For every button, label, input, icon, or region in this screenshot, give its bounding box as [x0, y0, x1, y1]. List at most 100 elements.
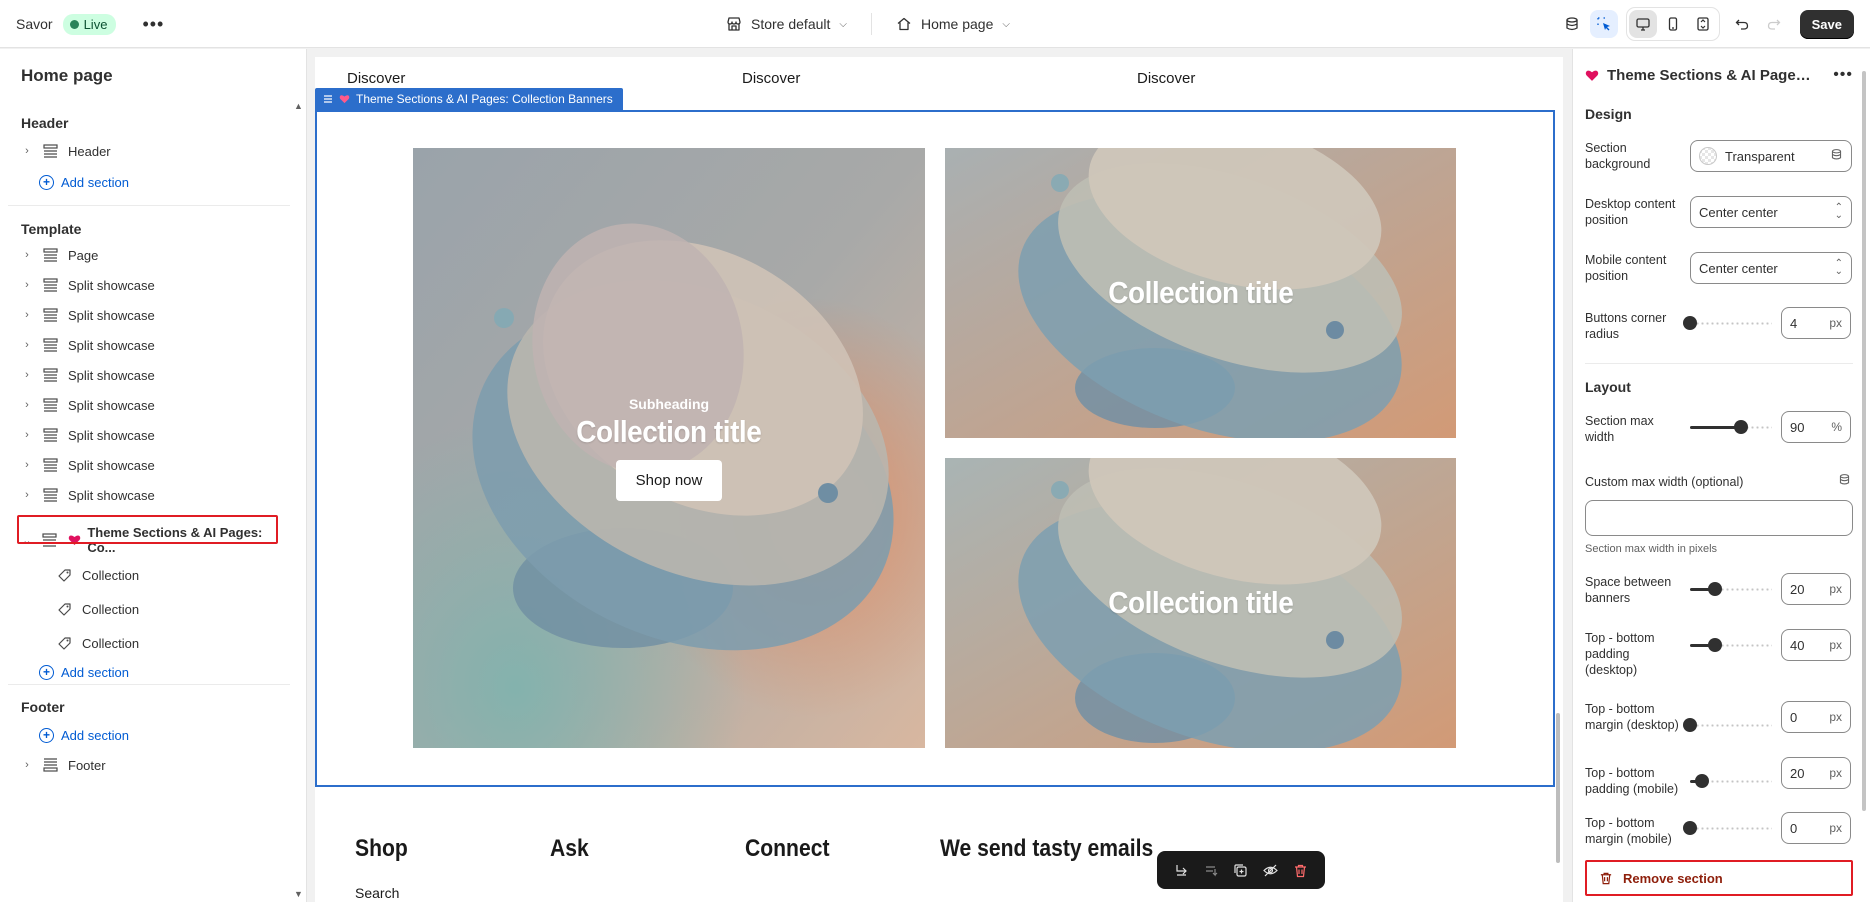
block-item-collection[interactable]: Collection — [55, 628, 285, 658]
move-down-icon[interactable] — [1200, 859, 1222, 881]
padding-desktop-slider[interactable] — [1690, 637, 1772, 653]
margin-desktop-slider[interactable] — [1683, 717, 1772, 733]
padding-desktop-input[interactable]: 40 px — [1781, 629, 1851, 661]
hide-icon[interactable] — [1260, 859, 1282, 881]
move-up-icon[interactable] — [1171, 859, 1193, 881]
chevron-right-icon[interactable]: › — [21, 429, 33, 441]
collection-banner-top[interactable]: Collection title — [945, 148, 1456, 438]
unit-label: px — [1829, 710, 1842, 724]
slider-thumb[interactable] — [1733, 420, 1748, 434]
block-item-label: Collection — [82, 567, 140, 583]
divider — [1585, 363, 1853, 364]
section-label-tag[interactable]: Theme Sections & AI Pages: Collection Ba… — [315, 88, 623, 110]
mobile-position-label: Mobile content position — [1585, 253, 1667, 283]
sidebar-item-split-showcase[interactable]: › Split showcase — [21, 330, 291, 360]
padding-mobile-input[interactable]: 20 px — [1781, 757, 1851, 789]
fullscreen-icon[interactable] — [1689, 10, 1717, 38]
sidebar-item-split-showcase[interactable]: › Split showcase — [21, 300, 291, 330]
add-section-header-button[interactable]: + Add section — [39, 170, 129, 194]
padding-mobile-slider[interactable] — [1690, 773, 1772, 789]
slider-thumb[interactable] — [1683, 316, 1697, 330]
selected-section-frame[interactable]: Subheading Collection title Shop now Col… — [315, 110, 1555, 787]
database-icon[interactable] — [1838, 473, 1851, 489]
padding-desktop-value: 40 — [1790, 637, 1805, 653]
slider-thumb[interactable] — [1683, 821, 1697, 835]
drag-handle-icon[interactable] — [323, 94, 333, 104]
remove-section-button[interactable]: Remove section — [1585, 860, 1853, 896]
chevron-right-icon[interactable]: › — [21, 145, 33, 157]
sidebar-item-split-showcase[interactable]: › Split showcase — [21, 450, 291, 480]
duplicate-icon[interactable] — [1230, 859, 1252, 881]
space-between-input[interactable]: 20 px — [1781, 573, 1851, 605]
sidebar-item-split-showcase[interactable]: › Split showcase — [21, 480, 291, 510]
max-width-slider[interactable] — [1690, 419, 1772, 435]
nav-link-discover[interactable]: Discover — [1137, 70, 1195, 87]
save-button[interactable]: Save — [1799, 9, 1854, 39]
block-item-collection[interactable]: Collection — [55, 560, 285, 590]
chevron-right-icon[interactable]: › — [21, 279, 33, 291]
footer-link-search[interactable]: Search — [355, 885, 399, 901]
banner-title: Collection title — [1107, 585, 1294, 620]
slider-thumb[interactable] — [1707, 582, 1722, 596]
margin-mobile-input[interactable]: 0 px — [1781, 812, 1851, 844]
sidebar-item-label: Split showcase — [68, 367, 155, 383]
redo-icon[interactable] — [1760, 10, 1788, 38]
nav-link-discover[interactable]: Discover — [347, 70, 405, 87]
sidebar-item-split-showcase[interactable]: › Split showcase — [21, 270, 291, 300]
sidebar-item-page[interactable]: › Page — [21, 240, 291, 270]
margin-desktop-input[interactable]: 0 px — [1781, 701, 1851, 733]
chevron-right-icon[interactable]: › — [21, 459, 33, 471]
desktop-position-label: Desktop content position — [1585, 197, 1676, 227]
inspector-select-icon[interactable] — [1589, 10, 1618, 38]
slider-thumb[interactable] — [1683, 718, 1697, 732]
sidebar-item-header[interactable]: › Header — [21, 136, 291, 166]
desktop-icon[interactable] — [1628, 10, 1657, 38]
section-background-picker[interactable]: Transparent — [1690, 140, 1852, 172]
database-icon[interactable] — [1830, 148, 1843, 164]
trash-icon[interactable] — [1289, 859, 1311, 881]
collection-banner-bottom[interactable]: Collection title — [945, 458, 1456, 748]
sidebar-item-footer[interactable]: › Footer — [21, 750, 291, 780]
chevron-right-icon[interactable]: › — [21, 489, 33, 501]
chevron-right-icon[interactable]: › — [21, 249, 33, 261]
block-item-collection[interactable]: Collection — [55, 594, 285, 624]
store-selector[interactable]: Store default ⌵ — [716, 10, 857, 38]
chevron-right-icon[interactable]: › — [21, 339, 33, 351]
chevron-right-icon[interactable]: › — [21, 309, 33, 321]
corner-radius-slider[interactable] — [1683, 315, 1772, 331]
max-width-input[interactable]: 90 % — [1781, 411, 1851, 443]
add-section-template-button[interactable]: + Add section — [39, 660, 129, 684]
sidebar-item-split-showcase[interactable]: › Split showcase — [21, 360, 291, 390]
margin-mobile-slider[interactable] — [1683, 820, 1772, 836]
chevron-right-icon[interactable]: › — [21, 399, 33, 411]
unit-label: % — [1831, 420, 1842, 434]
chevron-right-icon[interactable]: › — [21, 759, 33, 771]
more-actions-icon[interactable]: ••• — [142, 15, 164, 33]
collection-banner-large[interactable]: Subheading Collection title Shop now — [413, 148, 925, 748]
sidebar-item-split-showcase[interactable]: › Split showcase — [21, 390, 291, 420]
group-title-header: Header — [21, 115, 69, 131]
sidebar-item-label: Split showcase — [68, 397, 155, 413]
slider-thumb[interactable] — [1695, 774, 1710, 788]
sidebar-item-split-showcase[interactable]: › Split showcase — [21, 420, 291, 450]
undo-icon[interactable] — [1728, 10, 1756, 38]
nav-link-discover[interactable]: Discover — [742, 70, 800, 87]
mobile-icon[interactable] — [1659, 10, 1687, 38]
space-between-slider[interactable] — [1690, 581, 1772, 597]
sidebar-scroll-down-icon[interactable]: ▼ — [294, 889, 303, 899]
canvas-scrollbar[interactable] — [1556, 713, 1560, 863]
settings-scrollbar[interactable] — [1862, 71, 1866, 811]
more-actions-icon[interactable]: ••• — [1833, 66, 1853, 84]
mobile-position-select[interactable]: Center center ⌃ ⌄ — [1690, 252, 1852, 284]
desktop-position-select[interactable]: Center center ⌃ ⌄ — [1690, 196, 1852, 228]
chevron-right-icon[interactable]: › — [21, 369, 33, 381]
add-section-footer-button[interactable]: + Add section — [39, 723, 129, 747]
slider-thumb[interactable] — [1707, 638, 1722, 652]
custom-width-input[interactable] — [1585, 500, 1853, 536]
database-icon[interactable] — [1558, 10, 1586, 38]
divider — [8, 205, 290, 206]
sidebar-scroll-up-icon[interactable]: ▲ — [294, 101, 303, 111]
shop-now-button[interactable]: Shop now — [615, 459, 723, 501]
page-selector[interactable]: Home page ⌵ — [886, 10, 1020, 38]
corner-radius-input[interactable]: 4 px — [1781, 307, 1851, 339]
